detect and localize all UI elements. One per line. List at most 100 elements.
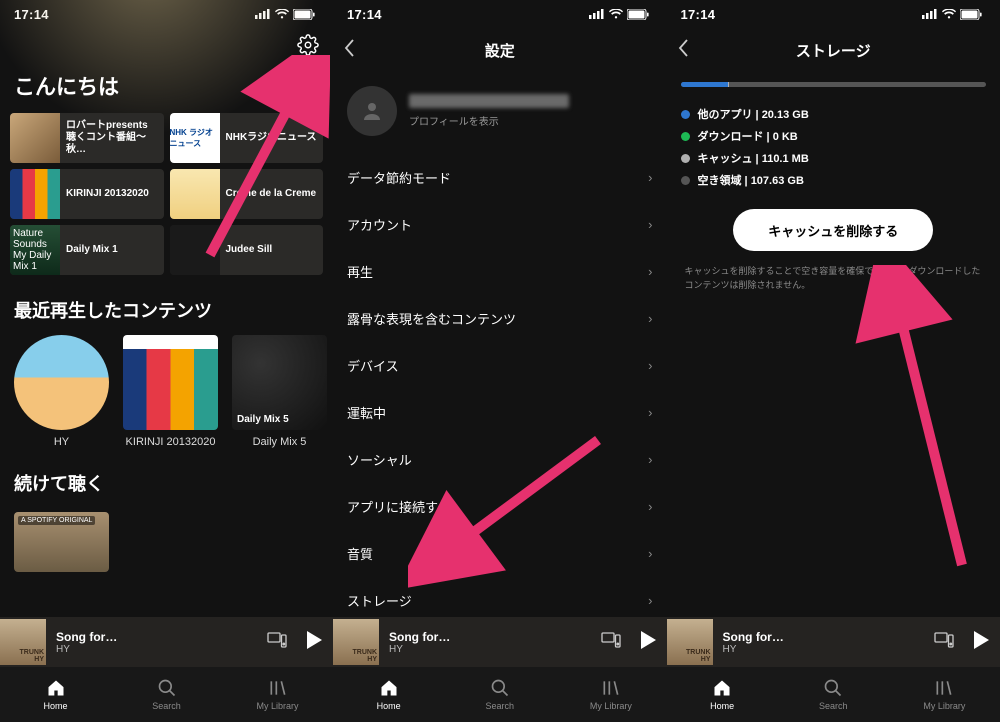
- tab-library[interactable]: My Library: [889, 667, 1000, 722]
- chevron-right-icon: ›: [648, 311, 652, 326]
- storage-seg-cache: [728, 82, 729, 87]
- nav-title: 設定: [485, 40, 515, 61]
- signal-icon: [922, 9, 938, 19]
- tab-library[interactable]: My Library: [222, 667, 333, 722]
- chevron-right-icon: ›: [648, 499, 652, 514]
- nav-header: 設定: [333, 28, 667, 72]
- recent-row[interactable]: HY KIRINJI 20132020 Daily Mix 5Daily Mix…: [0, 335, 333, 448]
- status-icons: [589, 9, 649, 20]
- tab-search[interactable]: Search: [444, 667, 555, 722]
- dot-icon: [681, 110, 690, 119]
- now-playing-art: TRUNKHY: [333, 619, 379, 665]
- now-playing-meta: Song for… HY: [56, 630, 117, 655]
- recent-title: 最近再生したコンテンツ: [0, 275, 333, 335]
- back-icon[interactable]: [343, 38, 355, 63]
- recent-item[interactable]: KIRINJI 20132020: [123, 335, 218, 448]
- devices-icon[interactable]: [934, 632, 954, 653]
- play-icon[interactable]: [639, 630, 657, 655]
- shortcut-item[interactable]: Nature SoundsMy Daily Mix 1Daily Mix 1: [10, 225, 164, 275]
- tab-home[interactable]: Home: [0, 667, 111, 722]
- back-icon[interactable]: [677, 38, 689, 63]
- profile-row[interactable]: プロフィールを表示: [333, 72, 667, 154]
- status-icons: [255, 9, 315, 20]
- status-bar: 17:14: [333, 0, 667, 28]
- chevron-right-icon: ›: [648, 170, 652, 185]
- clear-cache-button[interactable]: キャッシュを削除する: [733, 209, 933, 251]
- storage-seg-other: [681, 82, 729, 87]
- tab-home[interactable]: Home: [667, 667, 778, 722]
- tab-search[interactable]: Search: [111, 667, 222, 722]
- tab-home[interactable]: Home: [333, 667, 444, 722]
- profile-sub: プロフィールを表示: [409, 113, 569, 128]
- annotation-arrow: [837, 265, 987, 585]
- settings-list: データ節約モード› アカウント› 再生› 露骨な表現を含むコンテンツ› デバイス…: [333, 154, 667, 624]
- setting-row[interactable]: アプリに接続する›: [333, 483, 667, 530]
- shortcut-item[interactable]: Judee Sill: [170, 225, 324, 275]
- setting-row[interactable]: データ節約モード›: [333, 154, 667, 201]
- storage-legend: 他のアプリ | 20.13 GB ダウンロード | 0 KB キャッシュ | 1…: [667, 103, 1000, 191]
- setting-row[interactable]: 運転中›: [333, 389, 667, 436]
- now-playing-art: TRUNKHY: [0, 619, 46, 665]
- chevron-right-icon: ›: [648, 405, 652, 420]
- devices-icon[interactable]: [601, 632, 621, 653]
- continue-item[interactable]: A SPOTIFY ORIGINAL: [14, 512, 109, 572]
- status-icons: [922, 9, 982, 20]
- devices-icon[interactable]: [267, 632, 287, 653]
- now-playing-meta: Song for… HY: [723, 630, 784, 655]
- now-playing-bar[interactable]: TRUNKHY Song for… HY: [667, 617, 1000, 667]
- dot-icon: [681, 176, 690, 185]
- tab-search[interactable]: Search: [778, 667, 889, 722]
- setting-row[interactable]: 再生›: [333, 248, 667, 295]
- tab-library[interactable]: My Library: [555, 667, 666, 722]
- recent-item[interactable]: Daily Mix 5Daily Mix 5: [232, 335, 327, 448]
- setting-row[interactable]: ソーシャル›: [333, 436, 667, 483]
- battery-icon: [627, 9, 649, 20]
- setting-row[interactable]: デバイス›: [333, 342, 667, 389]
- recent-item[interactable]: HY: [14, 335, 109, 448]
- setting-row[interactable]: 露骨な表現を含むコンテンツ›: [333, 295, 667, 342]
- profile-name-redacted: [409, 94, 569, 108]
- shortcut-item[interactable]: KIRINJI 20132020: [10, 169, 164, 219]
- setting-row[interactable]: アカウント›: [333, 201, 667, 248]
- wifi-icon: [275, 9, 289, 19]
- avatar: [347, 86, 397, 136]
- battery-icon: [960, 9, 982, 20]
- setting-row[interactable]: 音質›: [333, 530, 667, 577]
- tab-bar: Home Search My Library: [333, 667, 667, 722]
- chevron-right-icon: ›: [648, 217, 652, 232]
- play-icon[interactable]: [972, 630, 990, 655]
- chevron-right-icon: ›: [648, 452, 652, 467]
- legend-row: キャッシュ | 110.1 MB: [681, 147, 987, 169]
- tab-bar: Home Search My Library: [667, 667, 1000, 722]
- dot-icon: [681, 132, 690, 141]
- battery-icon: [293, 9, 315, 20]
- storage-bar: [681, 82, 987, 87]
- now-playing-meta: Song for… HY: [389, 630, 450, 655]
- legend-row: ダウンロード | 0 KB: [681, 125, 987, 147]
- continue-row[interactable]: A SPOTIFY ORIGINAL: [0, 508, 333, 572]
- now-playing-bar[interactable]: TRUNKHY Song for… HY: [333, 617, 667, 667]
- nav-title: ストレージ: [796, 40, 871, 61]
- shortcut-item[interactable]: ロバートpresents聴くコント番組～秋…: [10, 113, 164, 163]
- legend-row: 他のアプリ | 20.13 GB: [681, 103, 987, 125]
- chevron-right-icon: ›: [648, 593, 652, 608]
- nav-header: ストレージ: [667, 28, 1000, 72]
- shortcut-item[interactable]: Creme de la Creme: [170, 169, 324, 219]
- continue-title: 続けて聴く: [0, 448, 333, 508]
- wifi-icon: [942, 9, 956, 19]
- chevron-right-icon: ›: [648, 546, 652, 561]
- storage-note: キャッシュを削除することで空き容量を確保できます。ダウンロードしたコンテンツは削…: [667, 265, 1000, 292]
- screen-home: 17:14 こんにちは ロバートpresents聴くコント番組～秋… NHK ラ…: [0, 0, 333, 722]
- status-time: 17:14: [14, 7, 49, 22]
- play-icon[interactable]: [305, 630, 323, 655]
- chevron-right-icon: ›: [648, 358, 652, 373]
- settings-icon[interactable]: [297, 34, 319, 61]
- signal-icon: [255, 9, 271, 19]
- shortcut-item[interactable]: NHK ラジオニュースNHKラジオニュース: [170, 113, 324, 163]
- status-bar: 17:14: [0, 0, 333, 28]
- screen-storage: 17:14 ストレージ 他のアプリ | 20.13 GB ダウンロード | 0 …: [667, 0, 1000, 722]
- status-bar: 17:14: [667, 0, 1000, 28]
- status-time: 17:14: [347, 7, 382, 22]
- legend-row: 空き領域 | 107.63 GB: [681, 169, 987, 191]
- now-playing-bar[interactable]: TRUNKHY Song for… HY: [0, 617, 333, 667]
